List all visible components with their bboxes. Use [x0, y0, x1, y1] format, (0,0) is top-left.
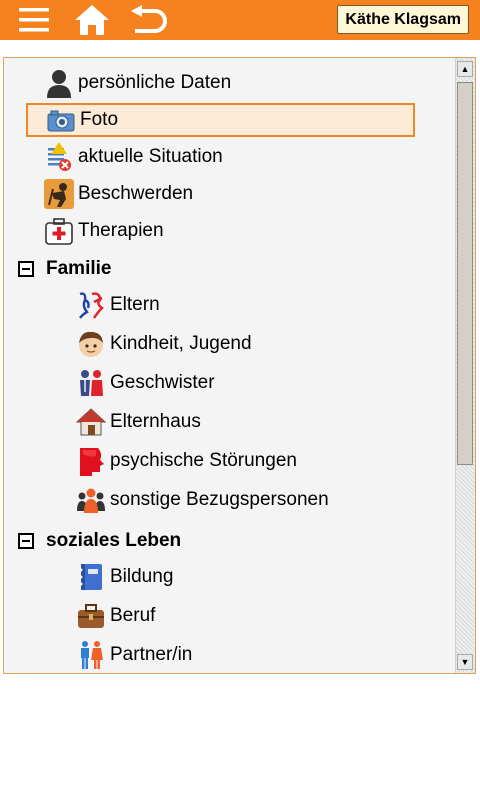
tree-item-beschwerden[interactable]: Beschwerden: [44, 177, 193, 211]
collapse-toggle-icon[interactable]: [18, 533, 34, 549]
tree-item-label: Therapien: [78, 220, 164, 241]
hamburger-menu-icon[interactable]: [16, 0, 52, 40]
navigation-tree-panel: persönliche Daten Foto aktuelle Situatio…: [3, 57, 476, 674]
briefcase-icon: [76, 601, 106, 631]
tree-group-soziales-leben[interactable]: soziales Leben: [18, 526, 181, 556]
tree-item-label: Partner/in: [110, 644, 193, 665]
vertical-scrollbar[interactable]: ▲ ▼: [455, 58, 475, 673]
couple-icon: [76, 640, 106, 670]
tree-item-label: Foto: [80, 109, 119, 130]
tree-item-label: Bildung: [110, 566, 174, 587]
tree-item-label: Geschwister: [110, 372, 215, 393]
person-icon: [44, 68, 74, 98]
tree-list: persönliche Daten Foto aktuelle Situatio…: [4, 58, 456, 673]
app-header: Käthe Klagsam: [0, 0, 480, 40]
tree-item-therapien[interactable]: Therapien: [44, 214, 164, 248]
complaint-person-icon: [44, 179, 74, 209]
scroll-down-arrow-icon[interactable]: ▼: [457, 654, 473, 670]
group-people-icon: [76, 485, 106, 515]
collapse-toggle-icon[interactable]: [18, 261, 34, 277]
first-aid-kit-icon: [44, 216, 74, 246]
scroll-up-arrow-icon[interactable]: ▲: [457, 61, 473, 77]
tree-item-label: aktuelle Situation: [78, 146, 223, 167]
undo-back-icon[interactable]: [128, 0, 172, 40]
home-icon[interactable]: [72, 0, 112, 40]
tree-item-sonstige-bezugspersonen[interactable]: sonstige Bezugspersonen: [76, 483, 329, 517]
tree-group-label: Familie: [46, 258, 112, 279]
tree-item-label: Beschwerden: [78, 183, 194, 204]
tree-item-label: Eltern: [110, 294, 160, 315]
tree-item-kindheit-jugend[interactable]: Kindheit, Jugend: [76, 327, 252, 361]
siblings-icon: [76, 368, 106, 398]
tree-item-label: Kindheit, Jugend: [110, 333, 252, 354]
tree-item-bildung[interactable]: Bildung: [76, 560, 173, 594]
tree-group-label: soziales Leben: [46, 530, 182, 551]
child-face-icon: [76, 329, 106, 359]
head-profile-icon: [76, 446, 106, 476]
tree-item-geschwister[interactable]: Geschwister: [76, 366, 215, 400]
tree-item-label: psychische Störungen: [110, 450, 297, 471]
tree-item-elternhaus[interactable]: Elternhaus: [76, 405, 201, 439]
tree-item-label: Elternhaus: [110, 411, 201, 432]
tree-item-label: Beruf: [110, 605, 156, 626]
tree-item-partner-in[interactable]: Partner/in: [76, 638, 192, 672]
tree-group-familie[interactable]: Familie: [18, 254, 111, 284]
tree-item-beruf[interactable]: Beruf: [76, 599, 155, 633]
house-icon: [76, 407, 106, 437]
tree-item-eltern[interactable]: Eltern: [76, 288, 160, 322]
tree-item-foto[interactable]: Foto: [26, 103, 415, 137]
tree-item-label: sonstige Bezugspersonen: [110, 489, 329, 510]
user-name-button[interactable]: Käthe Klagsam: [337, 5, 469, 34]
tree-item-aktuelle-situation[interactable]: aktuelle Situation: [44, 140, 223, 174]
checklist-alert-icon: [44, 142, 74, 172]
notebook-icon: [76, 562, 106, 592]
tree-item-persoenliche-daten[interactable]: persönliche Daten: [44, 66, 231, 100]
camera-icon: [46, 105, 76, 135]
scrollbar-thumb[interactable]: [457, 82, 473, 465]
tree-item-label: persönliche Daten: [78, 72, 232, 93]
tree-item-psychische-stoerungen[interactable]: psychische Störungen: [76, 444, 297, 478]
parents-icon: [76, 290, 106, 320]
